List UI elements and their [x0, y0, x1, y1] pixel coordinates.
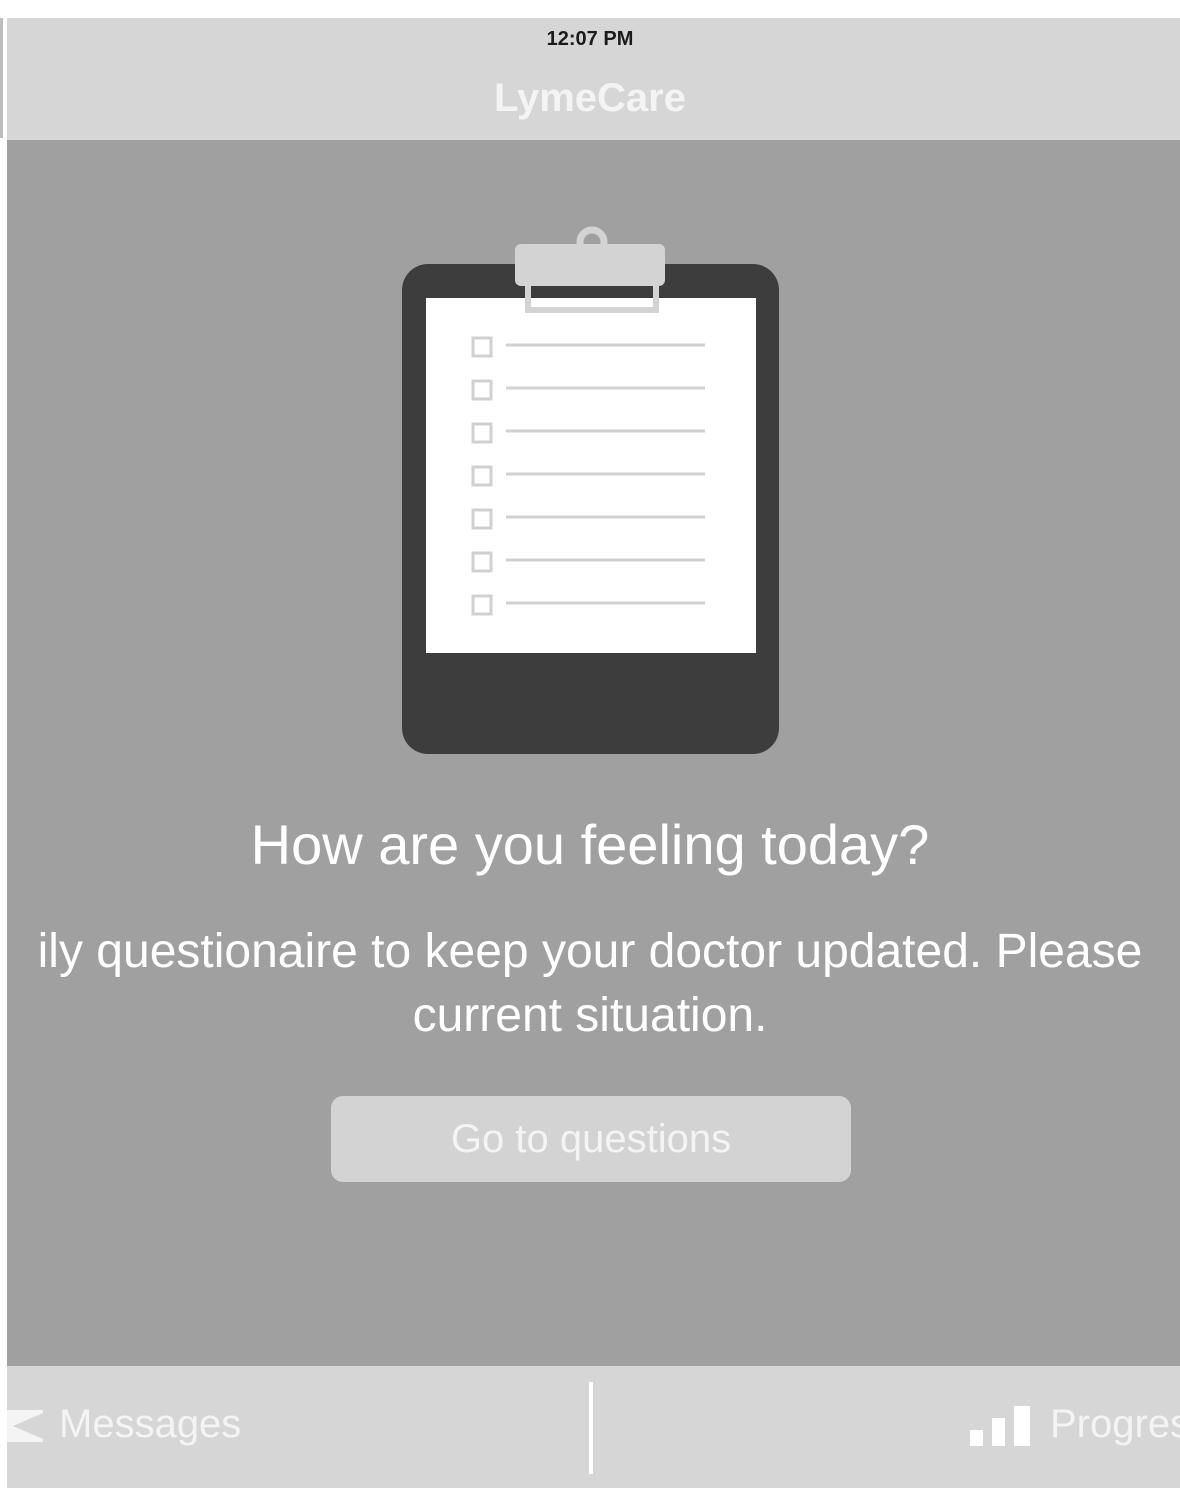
app-screen: 12:07 PM LymeCare How are you feeling to…: [0, 0, 1180, 1488]
tab-progress-label: Progres: [1050, 1402, 1180, 1446]
left-edge-shadow: [0, 18, 3, 138]
page-heading: How are you feeling today?: [250, 813, 930, 876]
tab-messages[interactable]: Messages: [7, 1396, 307, 1456]
top-margin: [0, 0, 1180, 18]
left-edge: [0, 18, 7, 1488]
bar-chart-icon: [970, 1406, 1032, 1446]
description: ily questionaire to keep your doctor upd…: [0, 920, 1180, 1048]
description-line-2: current situation.: [412, 989, 768, 1042]
clipboard-checklist-icon: [402, 224, 782, 754]
tab-bar: Messages Progres: [7, 1366, 1180, 1488]
main-content: How are you feeling today? ily questiona…: [7, 140, 1180, 1366]
tab-progress[interactable]: Progres: [970, 1396, 1180, 1456]
app-title: LymeCare: [494, 76, 686, 120]
status-bar-time: 12:07 PM: [546, 28, 634, 50]
envelope-icon: [7, 1408, 43, 1444]
tab-messages-label: Messages: [59, 1402, 242, 1446]
description-line-1: ily questionaire to keep your doctor upd…: [37, 925, 1143, 978]
go-to-questions-button[interactable]: Go to questions: [331, 1096, 851, 1182]
tab-divider: [589, 1382, 593, 1474]
app-header: 12:07 PM LymeCare: [0, 18, 1180, 140]
